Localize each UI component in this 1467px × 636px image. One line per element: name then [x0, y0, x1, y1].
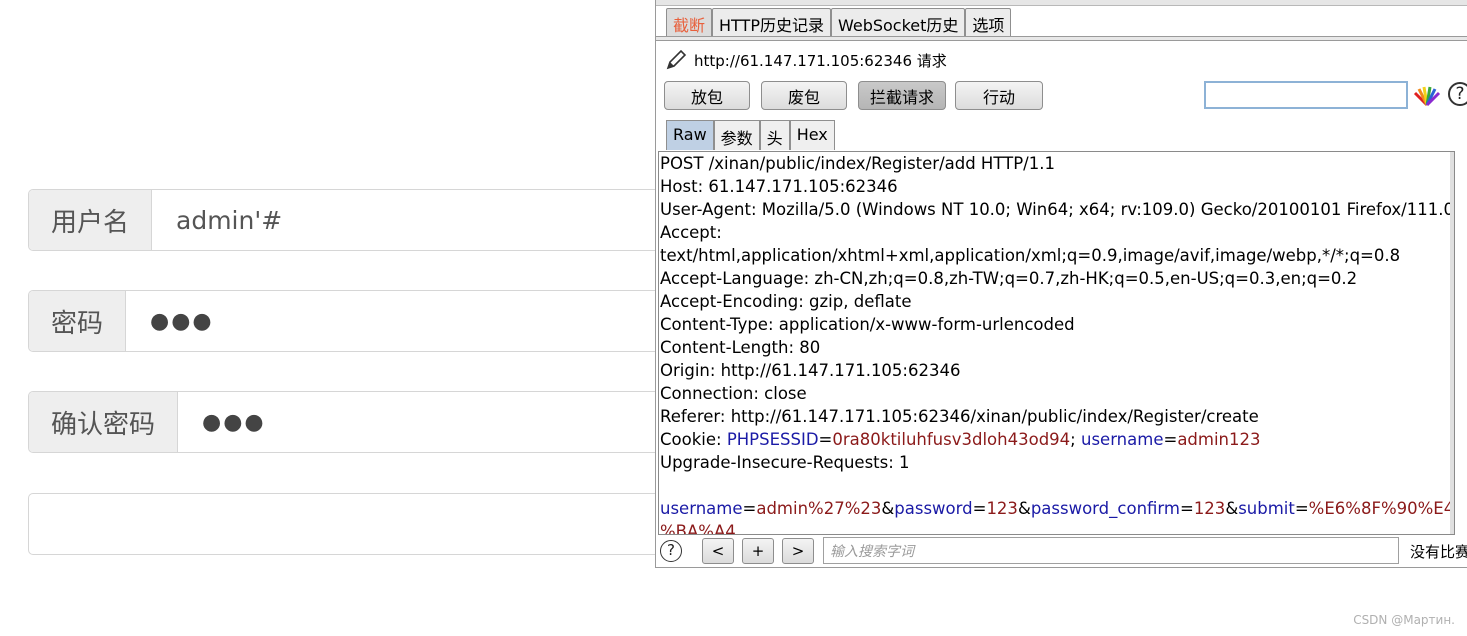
top-search-input[interactable] — [1204, 81, 1408, 109]
message-view-tabs: Raw 参数 头 Hex — [666, 120, 835, 150]
host-header: Host: 61.147.171.105:62346 — [660, 177, 898, 196]
referer-header: Referer: http://61.147.171.105:62346/xin… — [660, 407, 1259, 426]
submit-row[interactable] — [28, 493, 728, 555]
search-bar: ? < + > 输入搜索字词 没有比赛 — [656, 535, 1467, 567]
body-value-password: 123 — [986, 499, 1018, 518]
accept-header-value: text/html,application/xhtml+xml,applicat… — [660, 246, 1401, 265]
tab-headers[interactable]: 头 — [759, 120, 790, 150]
cookie-eq: = — [818, 430, 833, 449]
tab-options[interactable]: 选项 — [965, 8, 1012, 37]
cookie-sep: ; — [1070, 430, 1081, 449]
tab-hex[interactable]: Hex — [789, 120, 835, 150]
tab-params[interactable]: 参数 — [713, 120, 760, 150]
forward-button[interactable]: 放包 — [664, 81, 750, 110]
tab-divider — [656, 36, 1467, 41]
intercept-toggle-button[interactable]: 拦截请求 — [858, 81, 946, 110]
cookie-value-phpsessid: 0ra80ktiluhfusv3dloh43od94 — [832, 430, 1071, 449]
username-label: 用户名 — [29, 190, 153, 250]
origin-header: Origin: http://61.147.171.105:62346 — [660, 361, 961, 380]
accept-encoding-header: Accept-Encoding: gzip, deflate — [660, 292, 912, 311]
watermark: CSDN @Мартин. — [1353, 613, 1455, 627]
body-value-password-confirm: 123 — [1193, 499, 1226, 518]
tab-websocket-history[interactable]: WebSocket历史 — [830, 8, 966, 37]
request-body-overflow: %BA%A4 — [660, 522, 736, 535]
request-target: http://61.147.171.105:62346 请求 — [664, 48, 947, 72]
accept-header: Accept: — [660, 223, 722, 242]
password-label: 密码 — [29, 291, 127, 351]
proxy-tabbar: 截断 HTTP历史记录 WebSocket历史 选项 — [666, 8, 1012, 37]
cookie-prefix: Cookie: — [660, 430, 727, 449]
body-key-password-confirm: password_confirm — [1030, 499, 1180, 518]
confirm-password-input[interactable]: ●●● — [178, 392, 266, 452]
body-key-submit: submit — [1238, 499, 1295, 518]
request-line: POST /xinan/public/index/Register/add HT… — [660, 154, 1055, 173]
help-icon[interactable]: ? — [660, 540, 682, 562]
body-key-username: username — [660, 499, 743, 518]
body-key-password: password — [894, 499, 973, 518]
editor-scrollbar[interactable] — [1450, 152, 1454, 534]
tab-raw[interactable]: Raw — [666, 120, 714, 150]
burp-intercept-panel: 截断 HTTP历史记录 WebSocket历史 选项 http://61.147… — [655, 0, 1467, 568]
content-length-header: Content-Length: 80 — [660, 338, 821, 357]
request-url: http://61.147.171.105:62346 请求 — [694, 51, 947, 70]
help-icon[interactable]: ? — [1448, 82, 1467, 106]
previous-match-button[interactable]: < — [702, 538, 734, 564]
upgrade-header: Upgrade-Insecure-Requests: 1 — [660, 453, 910, 472]
search-input[interactable]: 输入搜索字词 — [823, 537, 1399, 564]
cookie-eq: = — [1163, 430, 1178, 449]
cookie-key-phpsessid: PHPSESSID — [726, 430, 819, 449]
tab-http-history[interactable]: HTTP历史记录 — [712, 8, 831, 37]
accept-language-header: Accept-Language: zh-CN,zh;q=0.8,zh-TW;q=… — [660, 269, 1358, 288]
connection-header: Connection: close — [660, 384, 807, 403]
confirm-password-row: 确认密码 ●●● — [28, 391, 728, 453]
match-count-label: 没有比赛 — [1410, 543, 1467, 561]
confirm-password-label: 确认密码 — [29, 392, 179, 452]
request-body: username=admin%27%23&password=123&passwo… — [660, 499, 1455, 518]
password-input[interactable]: ●●● — [126, 291, 214, 351]
action-button[interactable]: 行动 — [955, 81, 1043, 110]
password-row: 密码 ●●● — [28, 290, 728, 352]
tab-intercept[interactable]: 截断 — [666, 8, 713, 37]
body-value-submit: %E6%8F%90%E4 — [1308, 499, 1455, 518]
color-fan-icon[interactable] — [1413, 83, 1441, 107]
cookie-header: Cookie: PHPSESSID=0ra80ktiluhfusv3dloh43… — [659, 428, 1454, 451]
pencil-icon[interactable] — [664, 48, 688, 72]
body-value-username: admin%27%23 — [756, 499, 882, 518]
next-match-button[interactable]: > — [782, 538, 814, 564]
cookie-value-username: admin123 — [1177, 430, 1261, 449]
request-editor[interactable]: POST /xinan/public/index/Register/add HT… — [658, 151, 1455, 535]
cookie-key-username: username — [1080, 430, 1164, 449]
username-input[interactable]: admin'# — [152, 190, 282, 250]
content-type-header: Content-Type: application/x-www-form-url… — [660, 315, 1075, 334]
panel-top-edge — [656, 0, 1467, 6]
drop-button[interactable]: 废包 — [761, 81, 847, 110]
username-row: 用户名 admin'# — [28, 189, 728, 251]
add-search-button[interactable]: + — [742, 538, 774, 564]
user-agent-header: User-Agent: Mozilla/5.0 (Windows NT 10.0… — [660, 200, 1454, 219]
